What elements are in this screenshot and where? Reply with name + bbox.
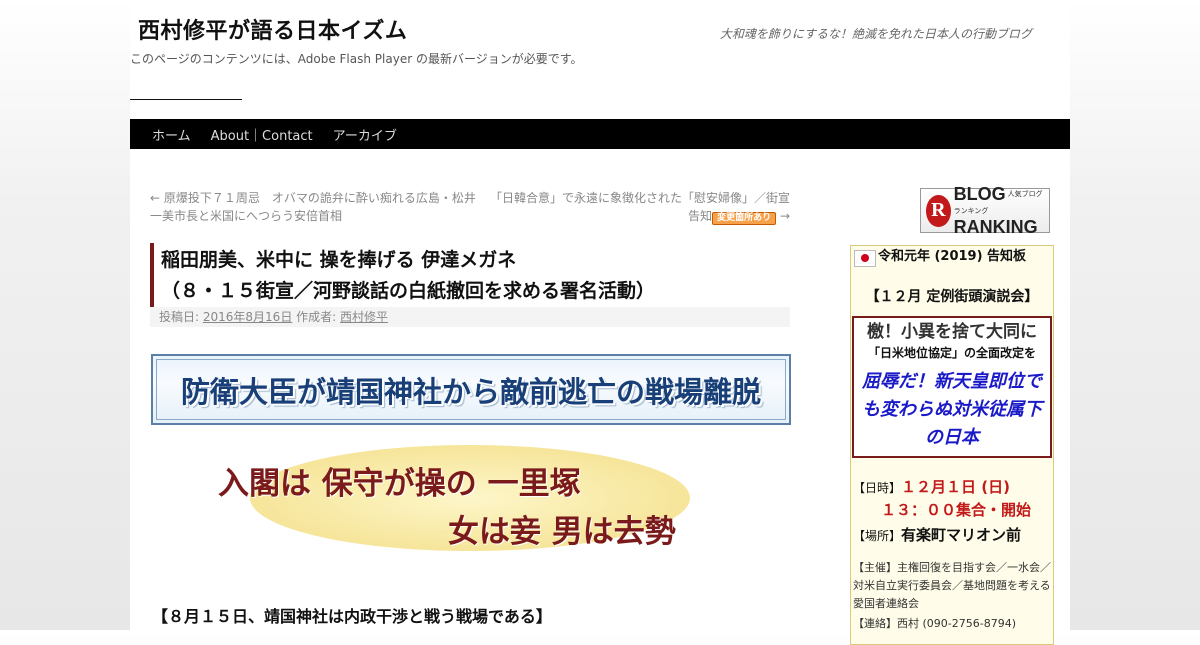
event-slogan: 檄！小異を捨て大同に	[867, 322, 1037, 342]
changed-badge: 変更箇所あり	[712, 212, 777, 225]
page-container: 西村修平が語る日本イズム 大和魂を飾りにするな！絶滅を免れた日本人の行動ブログ …	[130, 0, 1070, 645]
haiku-line2: 女は妾 男は去勢	[448, 514, 676, 550]
event-time-row: １３：００集合・開始	[851, 499, 1053, 520]
flash-notice: このページのコンテンツには、Adobe Flash Player の最新バージョ…	[130, 52, 583, 66]
notice-board-widget: 令和元年 (2019) 告知板 【１２月 定例街頭演説会】 檄！小異を捨て大同に…	[850, 245, 1054, 645]
entry-title-line1: 稲田朋美、米中に 操を捧げる 伊達メガネ	[161, 249, 517, 271]
site-description: 大和魂を飾りにするな！絶滅を免れた日本人の行動ブログ	[719, 27, 1032, 41]
post-navigation: ← 原爆投下７１周忌 オバマの詭弁に酔い痴れる広島・松井一美市長と米国にへつらう…	[150, 189, 790, 225]
time-value: １３：００集合・開始	[881, 501, 1032, 519]
nav-home[interactable]: ホーム	[130, 125, 201, 144]
prev-post-link[interactable]: ← 原爆投下７１周忌 オバマの詭弁に酔い痴れる広島・松井一美市長と米国にへつらう…	[150, 189, 480, 225]
japan-flag-icon	[854, 250, 876, 267]
blog-ranking-button[interactable]: R BLOG 人気ブログランキング RANKING	[920, 184, 1050, 237]
date-value: １２月１日 (日)	[901, 478, 1010, 496]
widget-title: 令和元年 (2019) 告知板	[851, 246, 1053, 272]
place-value: 有楽町マリオン前	[901, 526, 1022, 544]
ranking-logo-icon: R	[926, 194, 951, 227]
contact-text: 【連絡】西村 (090-2756-8794)	[853, 617, 1017, 630]
nav-archive[interactable]: アーカイブ	[323, 125, 407, 144]
event-date-row: 【日時】１２月１日 (日)	[851, 476, 1053, 497]
next-arrow-icon: →	[779, 209, 790, 223]
haiku-banner: 入閣は 保守が操の 一里塚 女は妾 男は去勢	[190, 440, 750, 560]
meta-author-label: 作成者:	[296, 310, 337, 324]
nav-about-contact[interactable]: About｜Contact	[201, 125, 323, 144]
event-theme: 「日米地位協定」の全面改定を	[867, 346, 1036, 360]
meta-posted-label: 投稿日:	[159, 310, 200, 324]
headline-banner: 防衛大臣が靖国神社から敵前逃亡の戦場離脱	[151, 354, 791, 425]
headline-banner-text: 防衛大臣が靖国神社から敵前逃亡の戦場離脱	[180, 374, 761, 409]
header-divider	[130, 99, 242, 100]
organizer-text: 【主催】主権回復を目指す会／一水会／対米自立実行委員会／基地問題を考える愛国者連…	[853, 561, 1051, 610]
event-place-row: 【場所】有楽町マリオン前	[851, 524, 1053, 545]
entry-title-line2: （８・１５街宣／河野談話の白紙撤回を求める署名活動）	[161, 280, 656, 302]
ranking-text-ranking: RANKING	[953, 217, 1038, 237]
site-title[interactable]: 西村修平が語る日本イズム	[138, 13, 407, 45]
event-box: 檄！小異を捨て大同に 「日米地位協定」の全面改定を 屈辱だ！新天皇即位でも変わら…	[852, 316, 1052, 458]
meta-author-link[interactable]: 西村修平	[340, 310, 388, 324]
main-nav: ホーム About｜Contact アーカイブ	[130, 119, 1070, 149]
section-heading: 【８月１５日、靖国神社は内政干渉と戦う戦場である】	[152, 607, 552, 626]
meta-date-link[interactable]: 2016年8月16日	[203, 310, 292, 324]
widget-subtitle: 【１２月 定例街頭演説会】	[865, 289, 1039, 305]
entry-meta: 投稿日: 2016年8月16日 作成者: 西村修平	[150, 307, 790, 327]
next-post-link[interactable]: 「日韓合意」で永遠に象徴化された「慰安婦像」／街宣告知 変更箇所あり →	[490, 189, 790, 225]
place-label: 【場所】	[853, 529, 902, 543]
event-message: 屈辱だ！新天皇即位でも変わらぬ対米従属下の日本	[862, 371, 1042, 448]
haiku-line1: 入閣は 保守が操の 一里塚	[218, 466, 581, 502]
widget-title-text: 令和元年 (2019) 告知板	[877, 249, 1027, 264]
ranking-text-blog: BLOG	[953, 184, 1006, 204]
date-label: 【日時】	[853, 481, 902, 495]
entry-title: 稲田朋美、米中に 操を捧げる 伊達メガネ （８・１５街宣／河野談話の白紙撤回を求…	[150, 243, 790, 309]
ranking-text: BLOG 人気ブログランキング RANKING	[953, 184, 1049, 237]
